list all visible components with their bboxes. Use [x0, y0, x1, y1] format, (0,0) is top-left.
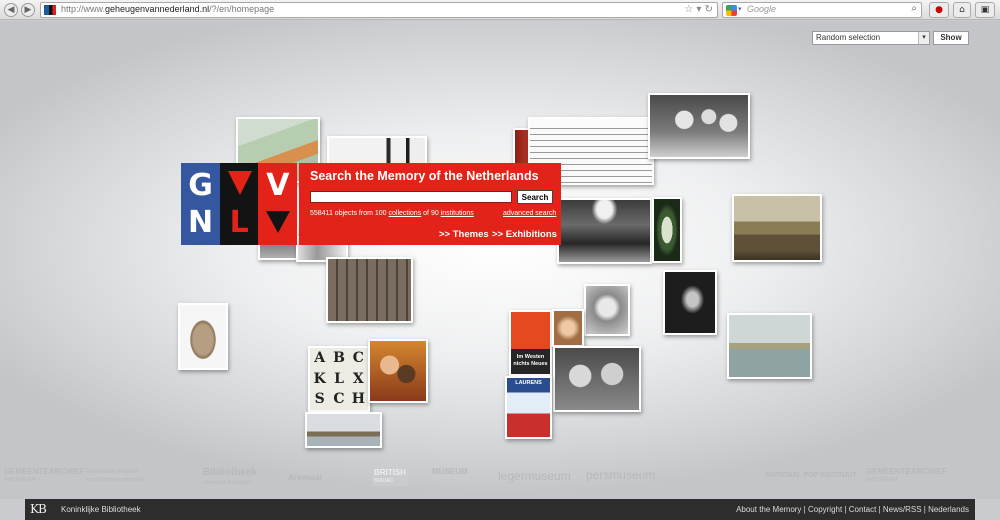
poster-text-2: nichts Neues: [513, 361, 548, 367]
browser-toolbar: ◀ ▶ http://www.geheugenvannederland.nl/?…: [0, 0, 1000, 20]
partner-logo[interactable]: MUSEUM: [432, 468, 468, 476]
photo-tile-battle-painting[interactable]: [732, 194, 822, 262]
exhibitions-link[interactable]: >> Exhibitions: [492, 229, 557, 240]
letter-glyph: C: [352, 350, 364, 366]
site-favicon-icon: [44, 5, 56, 15]
footer-link-language[interactable]: Nederlands: [928, 505, 969, 514]
collection-stats: 558411 objects from 100 collections of 9…: [310, 210, 474, 217]
partner-logo[interactable]: GEMEENTEARCHIEF AMSTERDAM: [4, 468, 84, 484]
chevron-down-icon: ▾: [918, 32, 929, 44]
partner-logo[interactable]: GEMEENTEARCHIEF AMSTERDAM: [866, 468, 946, 484]
letter-glyph: K: [313, 370, 326, 387]
address-bar[interactable]: http://www.geheugenvannederland.nl/?/en/…: [40, 2, 718, 18]
letter-glyph: L: [334, 370, 344, 387]
themes-link[interactable]: >> Themes: [439, 229, 489, 240]
logo-letter-v: V: [266, 168, 290, 203]
partner-logo[interactable]: Bibliotheek Gemeente Rotterdam: [165, 468, 257, 488]
photo-tile-woman-cap[interactable]: [584, 284, 630, 336]
footer: KB Koninklijke Bibliotheek About the Mem…: [25, 499, 975, 520]
letter-glyph: X: [352, 370, 364, 387]
kb-name[interactable]: Koninklijke Bibliotheek: [61, 505, 141, 514]
poster-text-1: Im Westen: [516, 354, 545, 360]
partner-logo[interactable]: Arsenaal: [288, 474, 322, 482]
photo-tile-vase[interactable]: [652, 197, 682, 263]
search-placeholder: Google: [747, 4, 777, 14]
search-button[interactable]: Search: [517, 190, 553, 204]
partner-logo[interactable]: legermuseum: [498, 470, 571, 482]
stats-text: objects from: [334, 210, 373, 217]
logo-letter-l: L: [229, 205, 249, 240]
photo-tile-women-group[interactable]: [648, 93, 750, 159]
photo-tile-street[interactable]: [326, 257, 413, 323]
photo-tile-soldier[interactable]: [663, 270, 717, 335]
footer-link-about[interactable]: About the Memory: [736, 505, 801, 514]
gvn-logo[interactable]: G N L V: [181, 163, 298, 245]
photo-tile-harbor-painting[interactable]: [727, 313, 812, 379]
bookmark-star-icon[interactable]: ☆: [684, 4, 693, 15]
forward-icon[interactable]: ▶: [21, 3, 35, 17]
search-panel-title: Search the Memory of the Netherlands: [310, 169, 539, 183]
menu-icon[interactable]: ▣: [975, 2, 995, 18]
photo-tile-jug[interactable]: [178, 303, 228, 370]
poster-text-3: LAURENS: [515, 380, 542, 386]
institutions-link[interactable]: institutions: [441, 210, 474, 217]
reload-icon[interactable]: ↻: [705, 4, 713, 15]
letter-glyph: A: [314, 350, 326, 366]
selected-option: Random selection: [816, 33, 881, 42]
show-button[interactable]: Show: [933, 31, 969, 45]
photo-tile-man-glasses[interactable]: [552, 309, 584, 347]
logo-letter-g: G: [188, 168, 213, 203]
browser-search-field[interactable]: ▾ Google ⌕: [722, 2, 922, 18]
advanced-search-link[interactable]: advanced search: [503, 210, 556, 217]
partner-logo[interactable]: persmuseum: [586, 469, 655, 481]
search-input[interactable]: [310, 191, 512, 203]
photo-tile-letters[interactable]: A B C K L X S C H: [308, 346, 370, 412]
photo-tile-landscape[interactable]: [305, 412, 382, 448]
home-icon[interactable]: ⌂: [953, 2, 971, 18]
partner-logo[interactable]: BRITISH BRIDAD: [372, 468, 408, 486]
logo-v-triangle-dark-icon: [266, 211, 291, 233]
google-icon: [726, 5, 737, 16]
page-body: [0, 21, 1000, 499]
search-panel: Search the Memory of the Netherlands Sea…: [299, 163, 561, 245]
footer-link-contact[interactable]: Contact: [849, 505, 877, 514]
footer-links: About the Memory | Copyright | Contact |…: [736, 505, 969, 514]
logo-v-triangle-icon: [227, 171, 252, 195]
selection-dropdown[interactable]: Random selection ▾: [812, 31, 930, 45]
photo-tile-orchestra[interactable]: [557, 198, 652, 264]
url-text: http://www.geheugenvannederland.nl/?/en/…: [61, 4, 275, 14]
search-engine-dropdown-icon[interactable]: ▾: [738, 5, 742, 13]
letter-glyph: S: [314, 391, 325, 408]
collections-count: 100: [374, 210, 387, 217]
search-icon[interactable]: ⌕: [911, 3, 917, 14]
footer-link-news[interactable]: News/RSS: [883, 505, 922, 514]
letter-glyph: C: [333, 391, 345, 408]
institutions-count: 90: [430, 210, 439, 217]
addon-block-icon[interactable]: ●: [929, 2, 949, 18]
photo-tile-poster-im-westen[interactable]: Im Westen nichts Neues: [509, 310, 552, 376]
partner-logo[interactable]: NATIONAL POP INSTITUUT: [766, 472, 857, 480]
stats-text: of: [423, 210, 429, 217]
photo-tile-couple[interactable]: [368, 339, 428, 403]
dropdown-icon[interactable]: ▾: [696, 4, 701, 15]
letter-glyph: B: [333, 350, 345, 366]
kb-logo[interactable]: KB: [30, 502, 47, 516]
photo-tile-poster-laurens[interactable]: LAURENS: [505, 376, 552, 439]
logo-letter-n: N: [187, 205, 214, 240]
collections-link[interactable]: collections: [389, 210, 422, 217]
partner-logo[interactable]: Nederlands Instituut voor Oorlogsdocument…: [85, 468, 144, 484]
letter-glyph: H: [351, 391, 365, 408]
back-icon[interactable]: ◀: [4, 3, 18, 17]
objects-count: 558411: [310, 210, 333, 217]
footer-link-copyright[interactable]: Copyright: [808, 505, 842, 514]
photo-tile-two-women[interactable]: [553, 346, 641, 412]
